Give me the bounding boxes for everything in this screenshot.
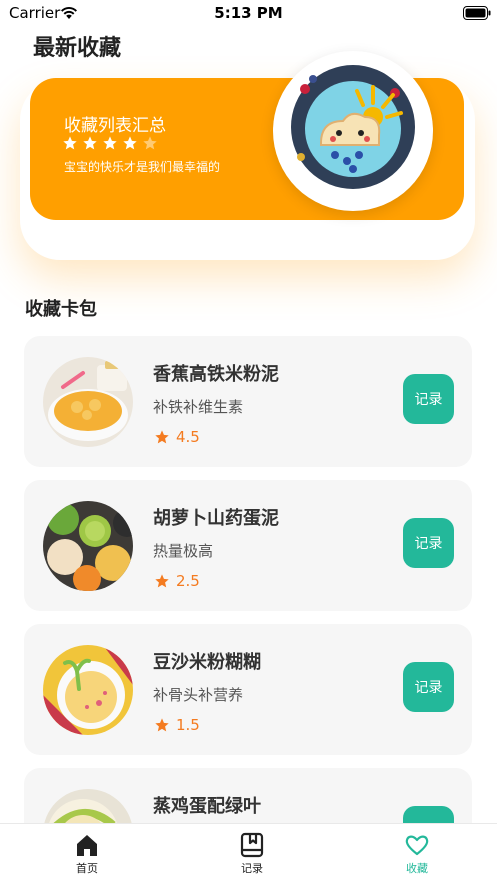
status-bar: Carrier 5:13 PM — [0, 0, 497, 26]
tab-home[interactable]: 首页 — [37, 832, 137, 876]
star-icon — [123, 136, 137, 150]
tab-label: 首页 — [76, 862, 98, 875]
record-button[interactable]: 记录 — [403, 662, 454, 712]
tab-bar: 首页 记录 收藏 — [0, 823, 497, 883]
star-icon — [63, 136, 77, 150]
recipe-rating: 2.5 — [154, 572, 200, 590]
recipe-card[interactable]: 胡萝卜山药蛋泥 热量极高 2.5 记录 — [24, 480, 472, 611]
rating-value: 2.5 — [176, 572, 200, 590]
star-icon — [155, 718, 169, 732]
banner-food-image — [273, 51, 433, 211]
star-empty-icon — [143, 136, 157, 150]
banner-rating — [62, 135, 158, 151]
status-time: 5:13 PM — [214, 4, 283, 22]
star-icon — [155, 574, 169, 588]
heart-icon — [405, 835, 429, 856]
banner-title: 收藏列表汇总 — [64, 116, 166, 136]
section-title: 收藏卡包 — [25, 299, 97, 320]
rating-value: 1.5 — [176, 716, 200, 734]
recipe-card[interactable]: 香蕉高铁米粉泥 补铁补维生素 4.5 记录 — [24, 336, 472, 467]
tab-record[interactable]: 记录 — [202, 832, 302, 876]
battery-icon — [463, 5, 491, 24]
recipe-title: 蒸鸡蛋配绿叶 — [153, 796, 261, 817]
recipe-subtitle: 热量极高 — [153, 542, 214, 560]
star-icon — [83, 136, 97, 150]
tab-label: 收藏 — [406, 862, 428, 875]
home-icon — [77, 835, 97, 856]
recipe-subtitle: 补铁补维生素 — [153, 398, 244, 416]
recipe-rating: 1.5 — [154, 716, 200, 734]
recipe-image — [43, 357, 133, 447]
recipe-title: 香蕉高铁米粉泥 — [153, 364, 279, 385]
recipe-subtitle: 补骨头补营养 — [153, 686, 244, 704]
tab-label: 记录 — [241, 862, 263, 875]
recipe-card[interactable]: 豆沙米粉糊糊 补骨头补营养 1.5 记录 — [24, 624, 472, 755]
star-icon — [103, 136, 117, 150]
recipe-rating: 4.5 — [154, 428, 200, 446]
page-title: 最新收藏 — [33, 36, 122, 61]
star-icon — [155, 430, 169, 444]
recipe-title: 胡萝卜山药蛋泥 — [153, 508, 279, 529]
rating-value: 4.5 — [176, 428, 200, 446]
record-button[interactable]: 记录 — [403, 518, 454, 568]
record-button[interactable]: 记录 — [403, 374, 454, 424]
recipe-image — [43, 501, 133, 591]
tab-favorites[interactable]: 收藏 — [367, 832, 467, 876]
banner-subtitle: 宝宝的快乐才是我们最幸福的 — [64, 160, 221, 174]
recipe-image — [43, 645, 133, 735]
recipe-title: 豆沙米粉糊糊 — [153, 652, 261, 673]
bookmark-book-icon — [240, 832, 264, 858]
